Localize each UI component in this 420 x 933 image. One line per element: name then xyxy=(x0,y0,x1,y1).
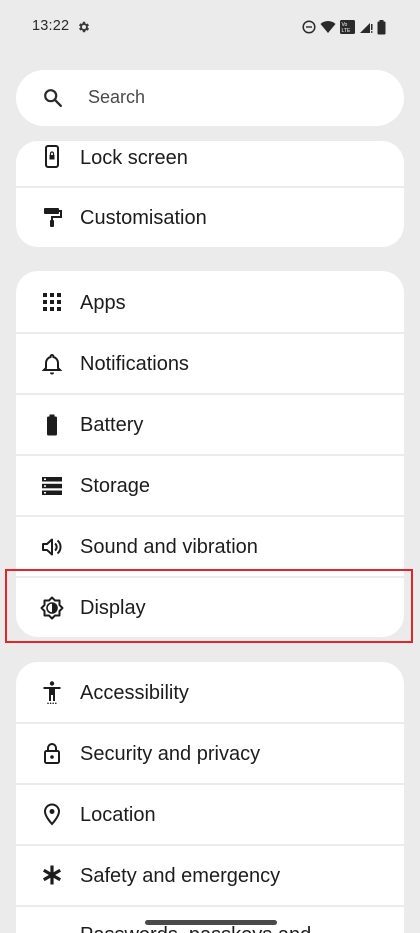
battery-status-icon xyxy=(377,19,386,35)
settings-item-customisation[interactable]: Customisation xyxy=(16,188,404,247)
search-placeholder: Search xyxy=(88,87,146,107)
settings-item-label: Passwords, passkeys and xyxy=(80,924,311,933)
status-bar: 13:22 Vo LTE xyxy=(0,0,420,54)
lock-screen-icon xyxy=(40,145,64,169)
settings-item-label: Security and privacy xyxy=(80,743,261,765)
settings-item-label: Sound and vibration xyxy=(80,536,258,558)
gear-icon xyxy=(77,20,91,34)
settings-item-label: Notifications xyxy=(80,353,189,375)
settings-item-notifications[interactable]: Notifications xyxy=(16,334,404,393)
search-bar[interactable]: Search xyxy=(16,70,404,126)
settings-item-label: Display xyxy=(80,597,146,619)
accessibility-icon xyxy=(40,680,64,705)
status-time: 13:22 xyxy=(32,18,70,34)
settings-item-location[interactable]: Location xyxy=(16,785,404,844)
wifi-icon xyxy=(320,20,336,34)
status-icons: Vo LTE xyxy=(302,18,386,36)
settings-item-label: Lock screen xyxy=(80,147,188,169)
settings-item-security[interactable]: Security and privacy xyxy=(16,724,404,783)
settings-item-lock-screen[interactable]: Lock screen xyxy=(16,141,404,186)
storage-icon xyxy=(40,474,64,498)
svg-text:LTE: LTE xyxy=(342,28,351,34)
location-pin-icon xyxy=(40,802,64,826)
settings-item-battery[interactable]: Battery xyxy=(16,395,404,454)
settings-item-display[interactable]: Display xyxy=(16,578,404,637)
apps-grid-icon xyxy=(40,290,64,314)
settings-item-label: Apps xyxy=(80,292,126,314)
settings-item-apps[interactable]: Apps xyxy=(16,271,404,332)
settings-item-accessibility[interactable]: Accessibility xyxy=(16,662,404,722)
search-icon xyxy=(42,87,64,109)
bell-icon xyxy=(40,352,64,376)
battery-icon xyxy=(40,413,64,437)
paint-roller-icon xyxy=(40,205,64,229)
navigation-handle[interactable] xyxy=(145,920,277,925)
do-not-disturb-icon xyxy=(302,20,316,34)
brightness-icon xyxy=(40,596,64,620)
padlock-icon xyxy=(40,741,64,765)
settings-item-label: Location xyxy=(80,804,156,826)
settings-item-safety[interactable]: Safety and emergency xyxy=(16,846,404,905)
speaker-icon xyxy=(40,535,64,559)
settings-item-sound[interactable]: Sound and vibration xyxy=(16,517,404,576)
asterisk-icon xyxy=(40,863,64,887)
settings-item-label: Customisation xyxy=(80,207,207,229)
settings-item-label: Battery xyxy=(80,414,144,436)
settings-item-label: Accessibility xyxy=(80,682,189,704)
signal-icon xyxy=(359,20,373,34)
settings-item-label: Safety and emergency xyxy=(80,865,281,887)
settings-item-storage[interactable]: Storage xyxy=(16,456,404,515)
settings-item-label: Storage xyxy=(80,475,151,497)
volte-icon: Vo LTE xyxy=(340,20,355,34)
